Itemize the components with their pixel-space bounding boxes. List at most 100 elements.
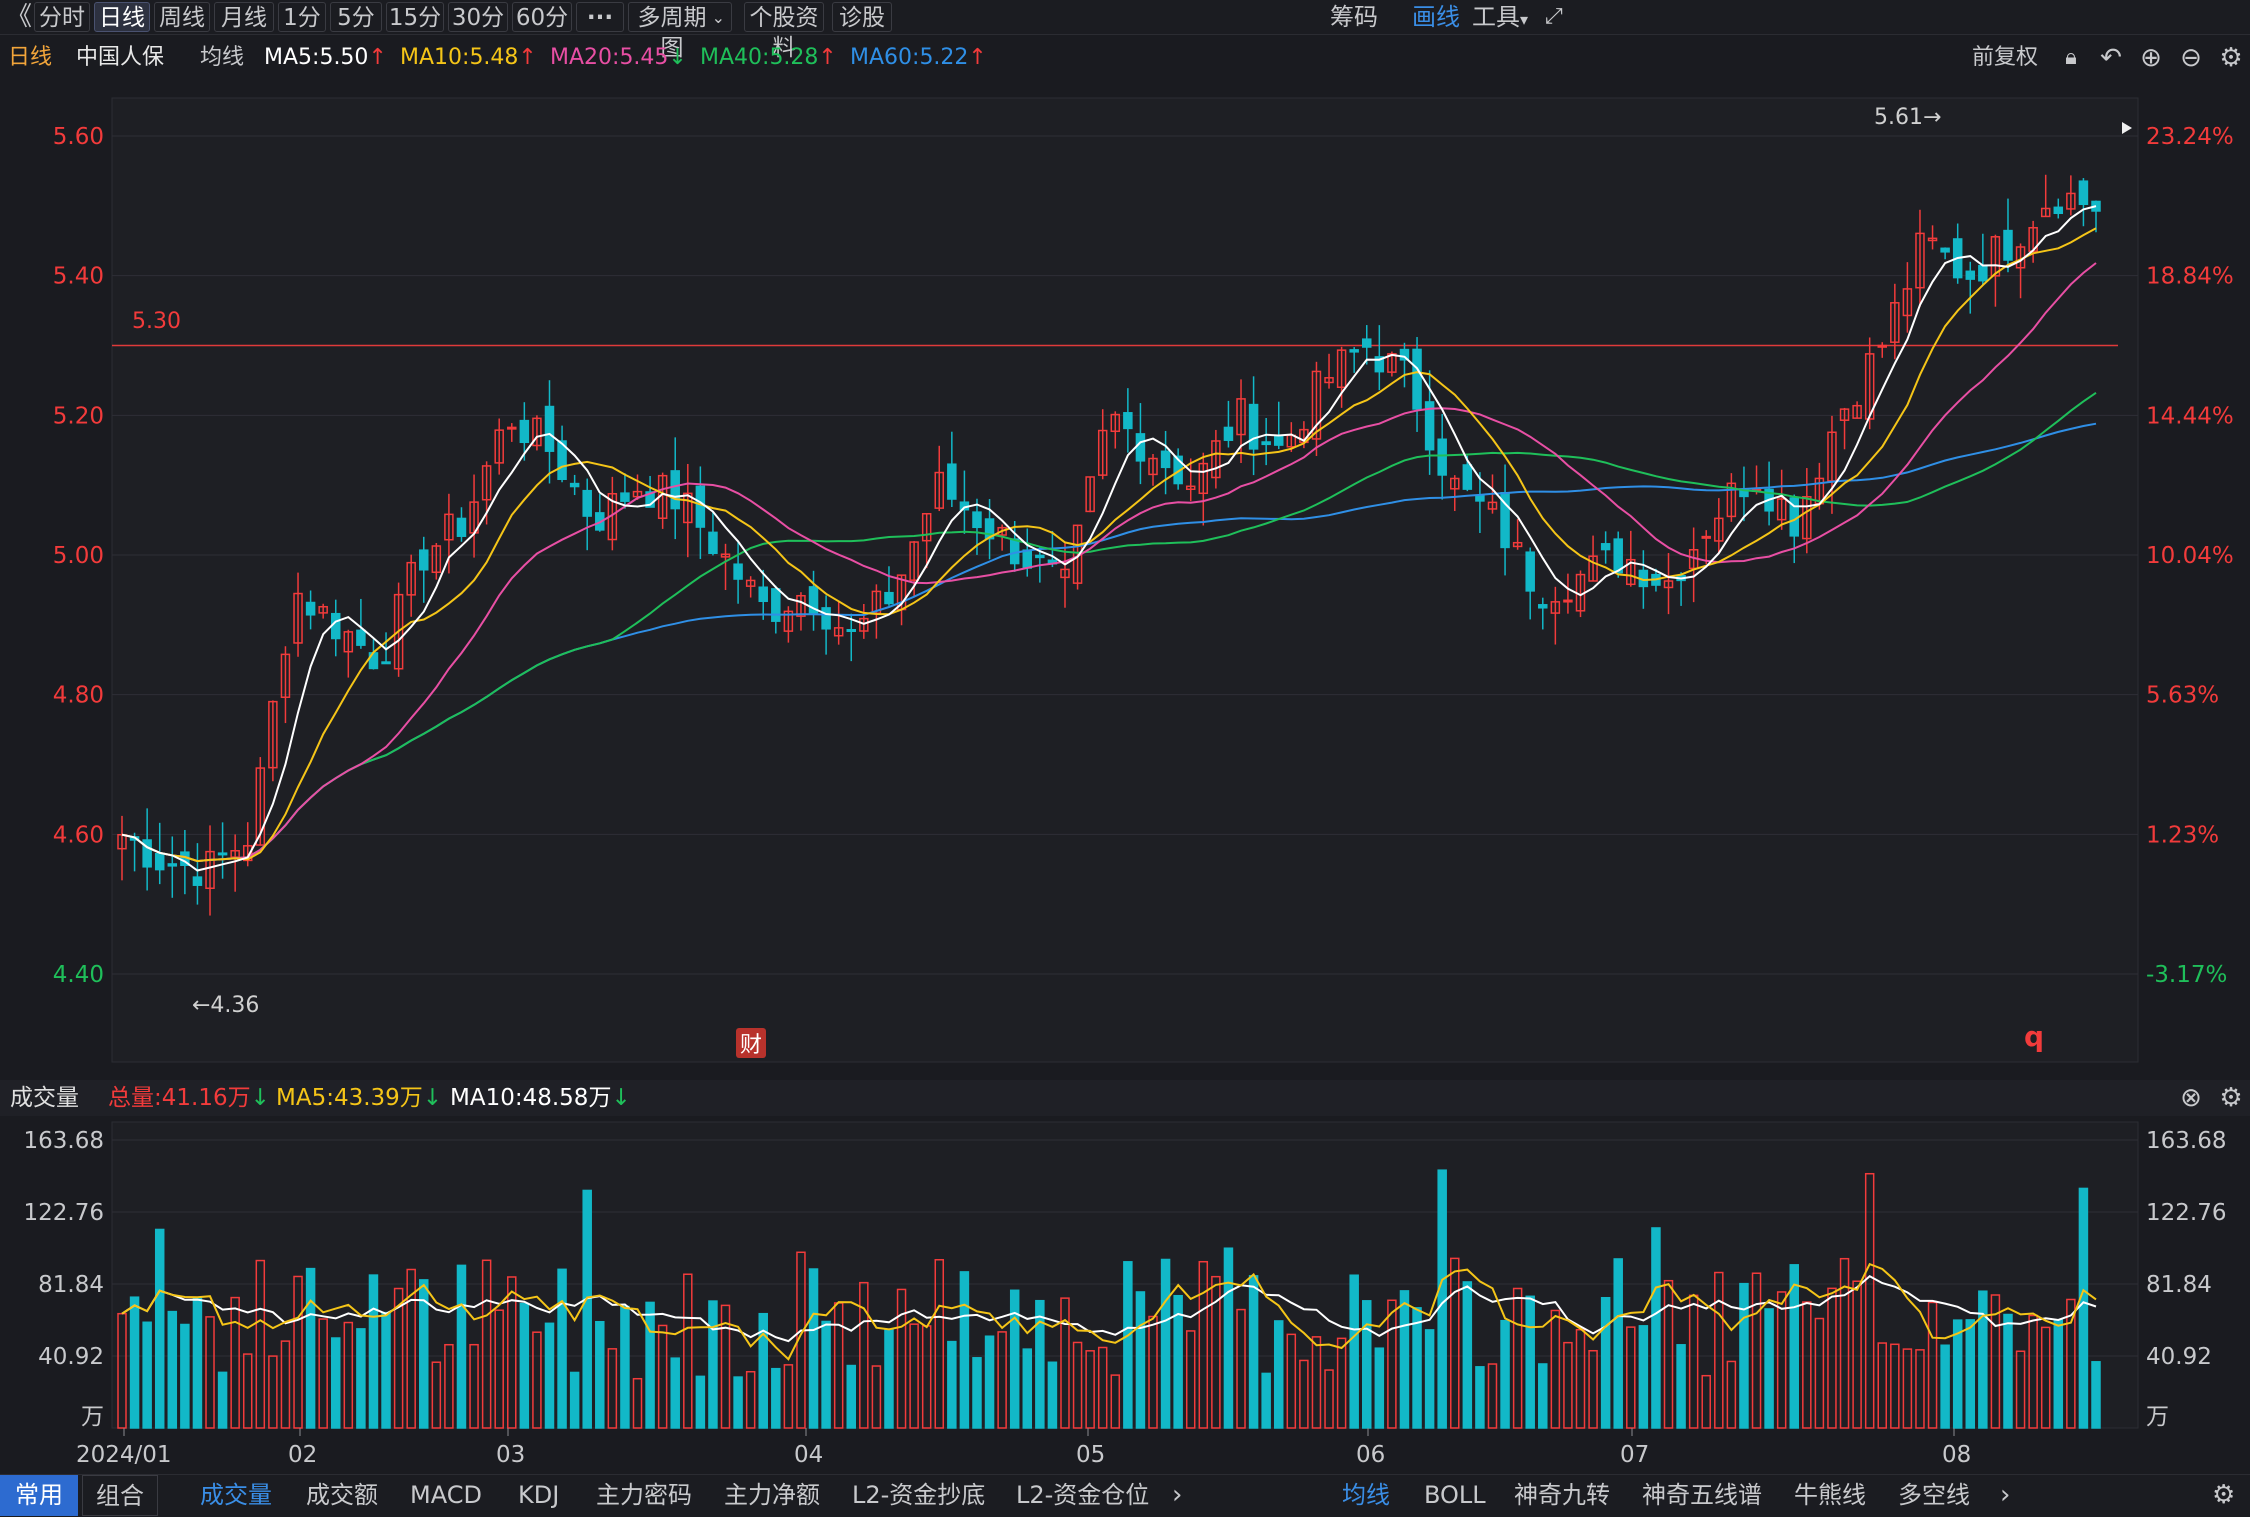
candle-body	[695, 485, 706, 528]
settings-gear-icon[interactable]: ⚙	[2212, 1475, 2235, 1516]
candle-body	[2053, 206, 2064, 215]
volume-bar	[1261, 1372, 1271, 1429]
x-tick-label: 03	[496, 1442, 525, 1468]
tab-l2-position[interactable]: L2-资金仓位	[1016, 1475, 1149, 1516]
close-icon[interactable]: ⊗	[2176, 1080, 2206, 1116]
volume-bar	[984, 1335, 995, 1429]
candle-body	[1563, 599, 1573, 603]
volume-bar	[1952, 1319, 1963, 1429]
volume-tick-label: 122.76	[24, 1200, 104, 1226]
candle-body	[1701, 535, 1711, 539]
volume-bar	[595, 1320, 605, 1429]
candle-body	[507, 426, 517, 430]
price-tick-label: 5.60	[53, 124, 104, 150]
volume-title[interactable]: 成交量	[10, 1080, 79, 1116]
tab-kdj[interactable]: KDJ	[518, 1475, 559, 1516]
volume-bar	[695, 1375, 706, 1429]
candle-body	[356, 629, 366, 646]
tab-main-force-code[interactable]: 主力密码	[596, 1475, 692, 1516]
candle-body	[1538, 604, 1548, 609]
x-tick-label: 2024/01	[76, 1442, 172, 1468]
volume-bar	[1600, 1296, 1611, 1429]
candle-body	[217, 852, 228, 856]
indicator-tab-bar: 常用 组合 成交量 成交额 MACD KDJ 主力密码 主力净额 L2-资金抄底…	[0, 1474, 2250, 1516]
candle-body	[1437, 438, 1447, 476]
tab-long-short-line[interactable]: 多空线	[1898, 1475, 1970, 1516]
volume-bar	[217, 1371, 228, 1429]
tab-bull-bear-line[interactable]: 牛熊线	[1794, 1475, 1866, 1516]
volume-bar	[771, 1367, 781, 1429]
tab-turnover[interactable]: 成交额	[306, 1475, 378, 1516]
kline-chart[interactable]: 5.60 23.24% 5.40 18.84% 5.20 14.44% 5.00 10.04%…	[0, 0, 2250, 1515]
candle-body	[419, 549, 429, 571]
candle-body	[821, 607, 831, 630]
volume-bar	[129, 1296, 140, 1429]
candle-body	[947, 463, 957, 500]
candle-body	[1600, 543, 1611, 551]
candle-body	[519, 419, 530, 444]
candle-body	[2003, 229, 2013, 261]
candle-body	[1349, 349, 1359, 353]
volume-total: 总量:41.16万↓	[108, 1085, 270, 1111]
volume-bar	[456, 1264, 467, 1429]
volume-bar	[1135, 1291, 1146, 1429]
volume-bar	[1412, 1307, 1422, 1429]
volume-bar	[569, 1371, 580, 1429]
candle-body	[733, 563, 743, 580]
tab-macd[interactable]: MACD	[410, 1475, 482, 1516]
candle-body	[972, 511, 982, 529]
volume-bar	[1248, 1275, 1259, 1429]
x-tick-label: 05	[1076, 1442, 1105, 1468]
volume-bar	[1424, 1329, 1435, 1429]
volume-bar	[1035, 1299, 1045, 1429]
candle-body	[1965, 270, 1976, 280]
volume-bar	[180, 1323, 190, 1429]
volume-bar	[2078, 1187, 2089, 1429]
volume-bar	[1223, 1247, 1234, 1429]
tab-five-lines[interactable]: 神奇五线谱	[1642, 1475, 1762, 1516]
volume-ma5: MA5:43.39万↓	[276, 1085, 443, 1111]
candle-body	[154, 853, 165, 871]
candle-body	[167, 863, 178, 867]
gear-icon[interactable]: ⚙	[2216, 1080, 2246, 1116]
price-tick-label: 4.40	[53, 962, 104, 988]
x-tick-label: 08	[1942, 1442, 1971, 1468]
candle-body	[1362, 338, 1372, 348]
x-tick-label: 07	[1620, 1442, 1649, 1468]
candle-body	[620, 492, 630, 502]
price-tick-label: 5.20	[53, 403, 104, 429]
candle-body	[330, 612, 341, 640]
tab-ma-overlay[interactable]: 均线	[1342, 1475, 1390, 1516]
price-tick-label: 5.00	[53, 543, 104, 569]
finance-badge[interactable]: 财	[740, 1033, 762, 1058]
volume-header: 成交量 总量:41.16万↓ MA5:43.39万↓ MA10:48.58万↓ …	[0, 1080, 2250, 1116]
volume-bar	[1764, 1308, 1774, 1429]
volume-tick-label: 81.84	[38, 1272, 104, 1298]
volume-bar	[620, 1305, 630, 1429]
volume-bar	[708, 1300, 718, 1429]
tab-boll[interactable]: BOLL	[1424, 1475, 1486, 1516]
tab-combo[interactable]: 组合	[82, 1475, 158, 1516]
volume-bar	[330, 1337, 341, 1429]
tab-l2-bottom-fishing[interactable]: L2-资金抄底	[852, 1475, 985, 1516]
tab-nine-turns[interactable]: 神奇九转	[1514, 1475, 1610, 1516]
candle-body	[1035, 554, 1045, 559]
volume-bar	[1538, 1363, 1548, 1429]
candle-body	[884, 591, 894, 605]
volume-bar	[1374, 1347, 1385, 1429]
volume-bar	[1362, 1300, 1372, 1429]
volume-bar	[846, 1364, 856, 1429]
candle-body	[305, 601, 316, 616]
tab-volume[interactable]: 成交量	[200, 1475, 272, 1516]
percent-tick-label: 18.84%	[2146, 264, 2234, 290]
volume-ma10: MA10:48.58万↓	[450, 1085, 631, 1111]
overlays-scroll-right-icon[interactable]: ›	[2000, 1475, 2010, 1516]
indicators-scroll-right-icon[interactable]: ›	[1172, 1475, 1182, 1516]
q-marker[interactable]: q	[2024, 1020, 2044, 1053]
volume-tick-label: 163.68	[24, 1128, 104, 1154]
volume-bar	[733, 1376, 743, 1429]
volume-bar	[582, 1189, 592, 1429]
volume-bar	[1651, 1227, 1661, 1429]
tab-main-force-net[interactable]: 主力净额	[724, 1475, 820, 1516]
tab-common[interactable]: 常用	[0, 1475, 78, 1516]
